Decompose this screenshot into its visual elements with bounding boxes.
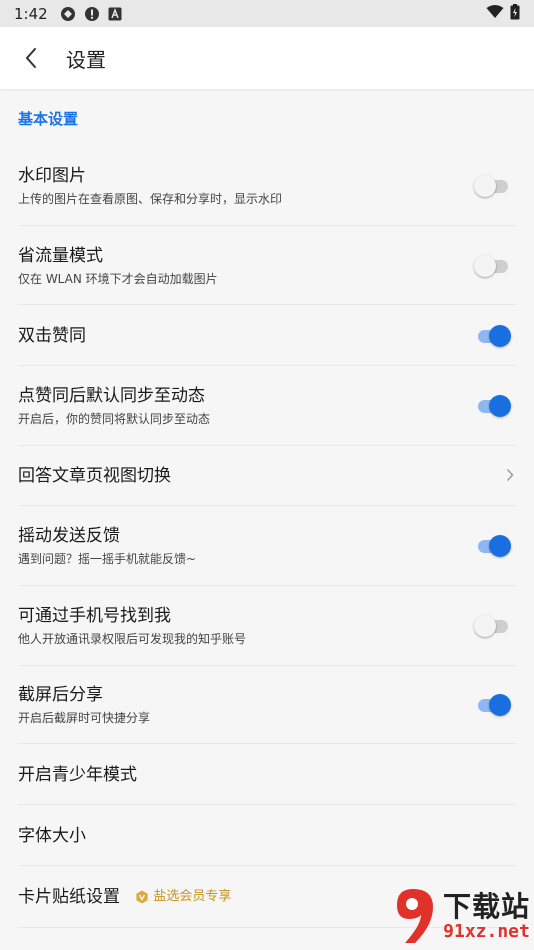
setting-title: 回答文章页视图切换	[18, 466, 171, 486]
setting-subtitle: 开启后，你的赞同将默认同步至动态	[18, 412, 211, 426]
alert-icon	[84, 6, 100, 22]
watermark-top-text: 下载站	[442, 890, 530, 923]
setting-row-data-saver[interactable]: 省流量模式 仅在 WLAN 环境下才会自动加载图片	[0, 226, 534, 305]
setting-title: 字体大小	[18, 825, 86, 846]
setting-row-teen-mode[interactable]: 开启青少年模式	[0, 744, 534, 805]
vip-badge-label: 盐选会员专享	[153, 889, 232, 904]
setting-title: 点赞同后默认同步至动态	[18, 386, 205, 406]
setting-row-find-by-phone[interactable]: 可通过手机号找到我 他人开放通讯录权限后可发现我的知乎账号	[0, 586, 534, 666]
setting-subtitle: 开启后截屏时可快捷分享	[18, 711, 151, 725]
setting-row-sync-upvote[interactable]: 点赞同后默认同步至动态 开启后，你的赞同将默认同步至动态	[0, 366, 534, 446]
battery-icon	[510, 3, 520, 24]
screenshot-share-toggle[interactable]	[474, 691, 514, 719]
site-logo-icon	[393, 885, 439, 949]
setting-title: 省流量模式	[18, 245, 103, 266]
settings-list: 水印图片 上传的图片在查看原图、保存和分享时，显示水印 省流量模式 仅在 WLA…	[0, 146, 534, 928]
setting-subtitle: 他人开放通讯录权限后可发现我的知乎账号	[18, 632, 247, 646]
watermark-toggle[interactable]	[474, 172, 514, 200]
status-time: 1:42	[14, 4, 48, 23]
page-title: 设置	[66, 47, 106, 72]
setting-title: 水印图片	[18, 166, 86, 186]
sync-upvote-toggle[interactable]	[474, 392, 514, 420]
setting-row-screenshot-share[interactable]: 截屏后分享 开启后截屏时可快捷分享	[0, 666, 534, 744]
data-saver-toggle[interactable]	[474, 252, 514, 280]
setting-title: 可通过手机号找到我	[18, 606, 171, 626]
back-button[interactable]	[0, 27, 62, 89]
setting-subtitle: 上传的图片在查看原图、保存和分享时，显示水印	[18, 192, 283, 206]
back-arrow-icon	[25, 48, 36, 68]
keyboard-icon	[108, 7, 122, 21]
section-header-basic: 基本设置	[18, 110, 79, 128]
vpn-icon	[60, 6, 76, 22]
setting-title: 截屏后分享	[18, 685, 103, 705]
status-bar: 1:42	[0, 0, 534, 27]
setting-title-text: 卡片贴纸设置	[18, 887, 120, 907]
vip-badge: 盐选会员专享	[135, 886, 231, 908]
setting-title: 开启青少年模式	[18, 764, 137, 785]
setting-subtitle: 遇到问题？摇一摇手机就能反馈~	[18, 552, 197, 566]
chevron-right-icon	[506, 467, 514, 486]
setting-row-font-size[interactable]: 字体大小	[0, 805, 534, 866]
setting-title: 摇动发送反馈	[18, 526, 120, 546]
setting-row-view-switch[interactable]: 回答文章页视图切换	[0, 446, 534, 506]
wifi-icon	[486, 4, 504, 23]
vip-hexagon-icon	[135, 890, 149, 904]
setting-subtitle: 仅在 WLAN 环境下才会自动加载图片	[18, 271, 218, 286]
app-bar: 设置	[0, 27, 534, 89]
setting-row-watermark[interactable]: 水印图片 上传的图片在查看原图、保存和分享时，显示水印	[0, 146, 534, 226]
setting-title: 双击赞同	[18, 325, 86, 346]
find-by-phone-toggle[interactable]	[474, 612, 514, 640]
watermark-bottom-text: 91xz.net	[443, 921, 530, 942]
double-tap-upvote-toggle[interactable]	[474, 322, 514, 350]
shake-feedback-toggle[interactable]	[474, 532, 514, 560]
site-watermark: 下载站 91xz.net	[366, 884, 534, 950]
setting-row-double-tap-upvote[interactable]: 双击赞同	[0, 305, 534, 366]
setting-row-shake-feedback[interactable]: 摇动发送反馈 遇到问题？摇一摇手机就能反馈~	[0, 506, 534, 586]
